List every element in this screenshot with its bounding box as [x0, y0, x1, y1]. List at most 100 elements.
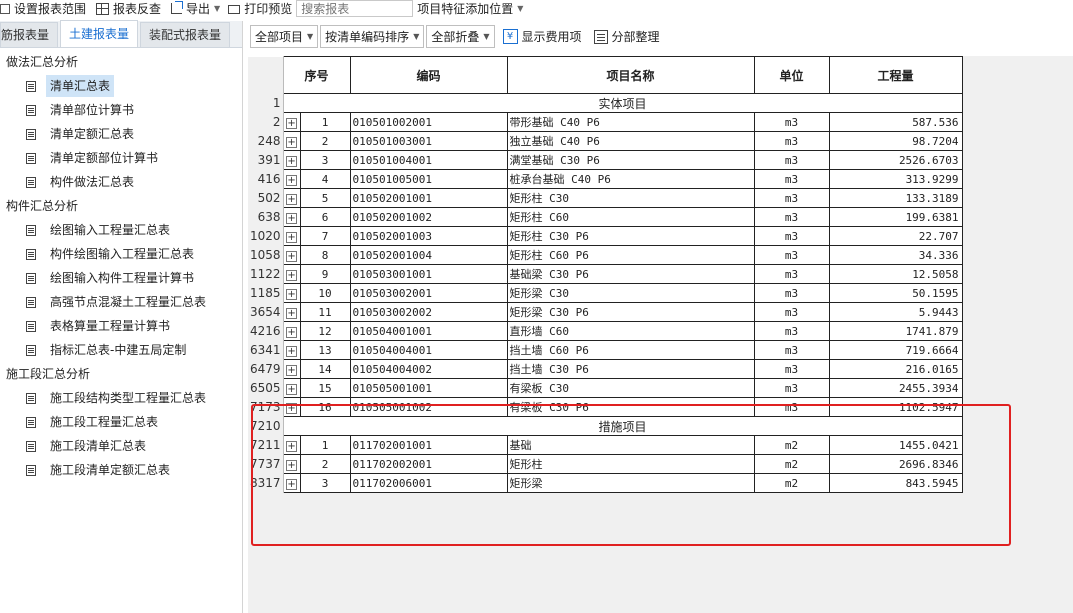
cell-code: 010502001004 [349, 245, 508, 265]
table-row[interactable]: 3654 +11 010503002002 矩形梁 C30 P6 m3 5.9443 [248, 302, 963, 322]
expand-button[interactable]: + [282, 264, 301, 284]
tab-prefab-report[interactable]: 装配式报表量 [140, 22, 231, 47]
row-number: 2 [248, 112, 284, 132]
chevron-down-icon: ▼ [413, 32, 420, 41]
table-row[interactable]: 6479 +14 010504004002 挡土墙 C30 P6 m3 216.0165 [248, 359, 963, 379]
expand-button[interactable]: + [282, 321, 301, 341]
tree-item[interactable]: 构件绘图输入工程量汇总表 [0, 242, 242, 266]
tree-item[interactable]: 构件做法汇总表 [0, 170, 242, 194]
tree-item[interactable]: 施工段工程量汇总表 [0, 410, 242, 434]
row-number: 6341 [248, 340, 284, 360]
cell-code: 010502001003 [349, 226, 508, 246]
tree-item[interactable]: 清单汇总表 [0, 74, 242, 98]
plus-icon: + [286, 250, 298, 262]
cell-seq: 14 [300, 359, 351, 379]
expand-button[interactable]: + [282, 207, 301, 227]
expand-button[interactable]: + [282, 112, 301, 132]
print-preview-button[interactable]: 打印预览 [228, 0, 292, 17]
tree-group-component-summary[interactable]: 构件汇总分析 [0, 194, 242, 218]
tree-item[interactable]: 指标汇总表-中建五局定制 [0, 338, 242, 362]
set-range-button[interactable]: 设置报表范围 [0, 0, 86, 17]
expand-button[interactable]: + [282, 245, 301, 265]
fold-dropdown[interactable]: 全部折叠 ▼ [426, 25, 495, 48]
cell-unit: m3 [753, 131, 830, 151]
tree-group-stage-summary[interactable]: 施工段汇总分析 [0, 362, 242, 386]
cell-code: 010504004001 [349, 340, 508, 360]
cell-name: 带形基础 C40 P6 [506, 112, 755, 132]
table-row[interactable]: 1185 +10 010503002001 矩形梁 C30 m3 50.1595 [248, 283, 963, 303]
cell-name: 矩形柱 C30 [506, 188, 755, 208]
tree-item[interactable]: 表格算量工程量计算书 [0, 314, 242, 338]
tree-item[interactable]: 清单部位计算书 [0, 98, 242, 122]
all-items-dropdown[interactable]: 全部项目 ▼ [250, 25, 319, 48]
cell-unit: m3 [753, 226, 830, 246]
plus-icon: + [286, 117, 298, 129]
export-icon [171, 1, 184, 14]
table-row[interactable]: 391 +3 010501004001 满堂基础 C30 P6 m3 2526.6703 [248, 150, 963, 170]
show-fee-label: 显示费用项 [521, 30, 582, 44]
table-row[interactable]: 4216 +12 010504001001 直形墙 C60 m3 1741.879 [248, 321, 963, 341]
cell-qty: 1741.879 [828, 321, 963, 341]
plus-icon: + [286, 307, 298, 319]
cell-name: 有梁板 C30 [506, 378, 755, 398]
tree-item[interactable]: 绘图输入工程量汇总表 [0, 218, 242, 242]
tree-item[interactable]: 清单定额汇总表 [0, 122, 242, 146]
table-row[interactable]: 638 +6 010502001002 矩形柱 C60 m3 199.6381 [248, 207, 963, 227]
feature-position-dropdown[interactable]: 项目特征添加位置 ▼ [417, 0, 531, 17]
table-row[interactable]: 502 +5 010502001001 矩形柱 C30 m3 133.3189 [248, 188, 963, 208]
tree-item-label: 绘图输入构件工程量计算书 [50, 271, 195, 285]
cell-code: 010501002001 [349, 112, 508, 132]
table-row[interactable]: 2 +1 010501002001 带形基础 C40 P6 m3 587.536 [248, 112, 963, 132]
cell-qty: 98.7204 [828, 131, 963, 151]
cell-name: 矩形柱 C30 P6 [506, 226, 755, 246]
tree-item[interactable]: 清单定额部位计算书 [0, 146, 242, 170]
plus-icon: + [286, 345, 298, 357]
expand-button[interactable]: + [282, 131, 301, 151]
tab-rebar-report[interactable]: 筋报表量 [0, 22, 59, 47]
expand-button[interactable]: + [282, 359, 301, 379]
table-header: 序号 编码 项目名称 单位 工程量 [248, 56, 963, 94]
tree-item[interactable]: 施工段结构类型工程量汇总表 [0, 386, 242, 410]
cell-name: 矩形柱 C60 [506, 207, 755, 227]
cell-seq: 12 [300, 321, 351, 341]
expand-button[interactable]: + [282, 169, 301, 189]
expand-button[interactable]: + [282, 340, 301, 360]
document-icon [26, 296, 36, 308]
show-fee-button[interactable]: ¥ 显示费用项 [502, 28, 582, 45]
expand-button[interactable]: + [282, 226, 301, 246]
expand-button[interactable]: + [282, 150, 301, 170]
expand-button[interactable]: + [282, 302, 301, 322]
table-row[interactable]: 1020 +7 010502001003 矩形柱 C30 P6 m3 22.707 [248, 226, 963, 246]
tree-item[interactable]: 施工段清单定额汇总表 [0, 458, 242, 482]
table-row[interactable]: 248 +2 010501003001 独立基础 C40 P6 m3 98.7204 [248, 131, 963, 151]
document-icon [26, 416, 36, 428]
tree-item[interactable]: 施工段清单汇总表 [0, 434, 242, 458]
cell-unit: m3 [753, 359, 830, 379]
cell-seq: 1 [300, 112, 351, 132]
search-input[interactable] [296, 0, 414, 17]
tree-item[interactable]: 绘图输入构件工程量计算书 [0, 266, 242, 290]
table-row[interactable]: 1058 +8 010502001004 矩形柱 C60 P6 m3 34.336 [248, 245, 963, 265]
tab-civil-report[interactable]: 土建报表量 [60, 20, 139, 47]
table-row[interactable]: 1122 +9 010503001001 基础梁 C30 P6 m3 12.5058 [248, 264, 963, 284]
cell-qty: 587.536 [828, 112, 963, 132]
expand-button[interactable]: + [282, 188, 301, 208]
export-button[interactable]: 导出 ▼ [171, 0, 228, 17]
table-row[interactable]: 6505 +15 010505001001 有梁板 C30 m3 2455.3934 [248, 378, 963, 398]
table-row[interactable]: 416 +4 010501005001 桩承台基础 C40 P6 m3 313.9299 [248, 169, 963, 189]
tree-item-label: 施工段清单定额汇总表 [50, 463, 171, 477]
header-qty: 工程量 [828, 56, 963, 94]
row-number-header [248, 56, 284, 94]
tree-group-method-summary[interactable]: 做法汇总分析 [0, 50, 242, 74]
section-sort-button[interactable]: 分部整理 [588, 28, 660, 45]
table-row[interactable]: 6341 +13 010504004001 挡土墙 C60 P6 m3 719.6664 [248, 340, 963, 360]
expand-button[interactable]: + [282, 283, 301, 303]
section-row: 1 实体项目 [248, 93, 963, 113]
all-items-label: 全部项目 [255, 30, 304, 44]
chevron-down-icon: ▼ [483, 32, 490, 41]
sort-dropdown[interactable]: 按清单编码排序 ▼ [320, 25, 425, 48]
tree-item[interactable]: 高强节点混凝土工程量汇总表 [0, 290, 242, 314]
plus-icon: + [286, 326, 298, 338]
report-check-button[interactable]: 报表反查 [96, 0, 161, 17]
expand-button[interactable]: + [282, 378, 301, 398]
